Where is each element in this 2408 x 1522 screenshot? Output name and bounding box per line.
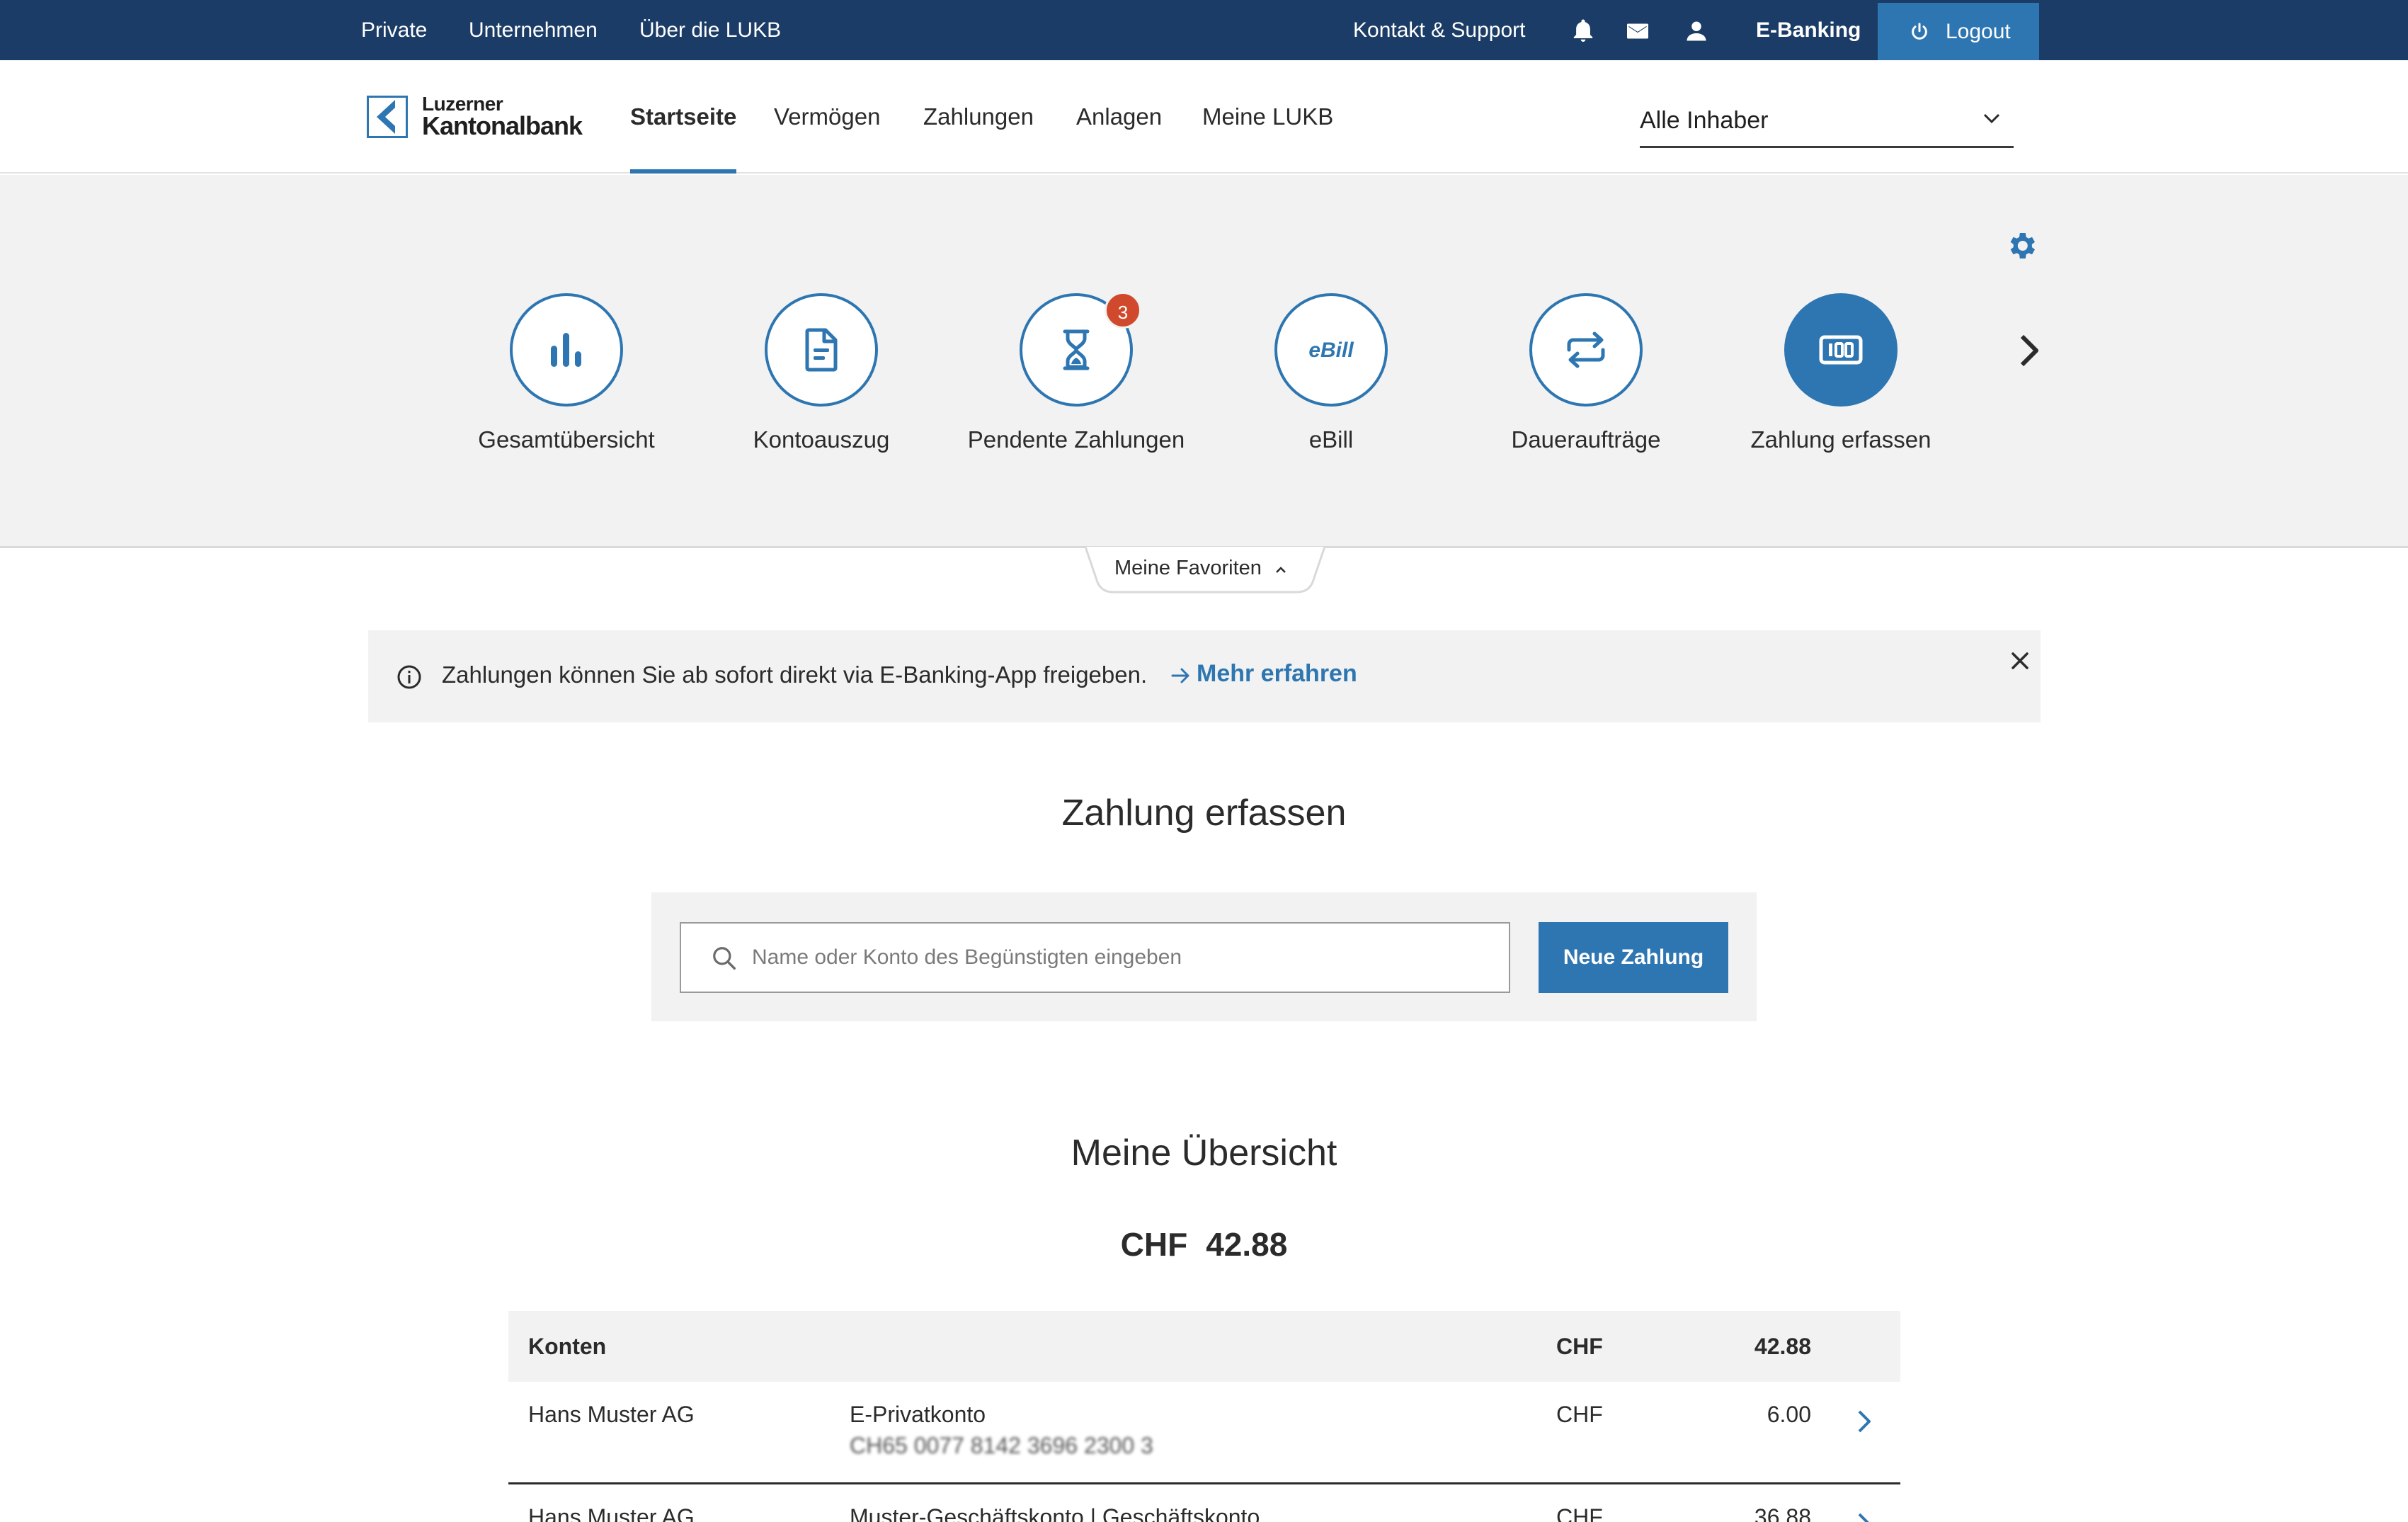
- account-owner: Hans Muster AG: [528, 1504, 695, 1522]
- accounts-header-amount: 42.88: [1754, 1334, 1811, 1359]
- account-currency: CHF: [1556, 1504, 1603, 1522]
- lukb-logo-mark: [367, 96, 408, 138]
- favorite-ebill-circle: eBill: [1274, 293, 1388, 407]
- info-banner-more-label: Mehr erfahren: [1197, 660, 1357, 687]
- logout-label: Logout: [1946, 20, 2011, 43]
- favorite-gesamtuebersicht-label: Gesamtübersicht: [478, 426, 655, 453]
- topbar-link-unternehmen[interactable]: Unternehmen: [469, 0, 598, 60]
- favorite-gesamtuebersicht[interactable]: Gesamtübersicht: [439, 293, 694, 470]
- favorite-zahlung-erfassen-circle: [1784, 293, 1898, 407]
- nav-item-anlagen[interactable]: Anlagen: [1076, 60, 1162, 174]
- accounts-table-header: Konten CHF 42.88: [508, 1311, 1900, 1382]
- account-row[interactable]: Hans Muster AG E-Privatkonto CH65 0077 8…: [508, 1382, 1900, 1484]
- repeat-icon: [1567, 331, 1605, 368]
- account-name: Muster-Geschäftskonto | Geschäftskonto: [850, 1504, 1260, 1522]
- document-icon: [805, 328, 838, 372]
- logout-button[interactable]: Logout: [1878, 3, 2039, 60]
- search-icon: [713, 947, 736, 970]
- favorites-strip: Gesamtübersicht Kontoauszug Pendente Zah…: [0, 175, 2408, 548]
- beneficiary-search-input[interactable]: [752, 924, 1495, 992]
- bell-icon[interactable]: [1570, 18, 1596, 44]
- logo-text-kantonalbank: Kantonalbank: [422, 111, 583, 140]
- accounts-header-currency: CHF: [1556, 1334, 1603, 1359]
- info-banner: Zahlungen können Sie ab sofort direkt vi…: [368, 630, 2041, 722]
- arrow-right-icon: [1171, 668, 1189, 683]
- account-owner: Hans Muster AG: [528, 1402, 695, 1427]
- favorite-dauerauftraege-circle: [1529, 293, 1643, 407]
- bar-chart-icon: [551, 333, 581, 367]
- account-balance: 6.00: [1767, 1402, 1811, 1427]
- favorite-zahlung-erfassen-label: Zahlung erfassen: [1750, 426, 1931, 453]
- chevron-right-icon[interactable]: [2014, 331, 2045, 370]
- favorite-ebill-label: eBill: [1308, 426, 1354, 453]
- overview-total-currency: CHF: [1120, 1226, 1188, 1263]
- chevron-right-icon[interactable]: [1856, 1409, 1872, 1434]
- favorite-pendente-zahlungen-label: Pendente Zahlungen: [967, 426, 1185, 453]
- payment-search-panel: Neue Zahlung: [651, 892, 1757, 1021]
- nav-item-startseite[interactable]: Startseite: [630, 60, 737, 174]
- overview-total-amount: 42.88: [1206, 1226, 1288, 1263]
- topbar-link-support[interactable]: Kontakt & Support: [1353, 0, 1526, 60]
- favorites-toggle-tab[interactable]: Meine Favoriten: [1085, 547, 1325, 594]
- favorite-kontoauszug-circle: [765, 293, 878, 407]
- nav-item-meine-lukb[interactable]: Meine LUKB: [1202, 60, 1333, 174]
- chevron-down-icon: [1983, 113, 2000, 124]
- account-row[interactable]: Hans Muster AG Muster-Geschäftskonto | G…: [508, 1484, 1900, 1522]
- favorite-kontoauszug[interactable]: Kontoauszug: [694, 293, 949, 470]
- nav-item-vermoegen[interactable]: Vermögen: [774, 60, 880, 174]
- favorite-ebill[interactable]: eBill eBill: [1204, 293, 1459, 470]
- topbar-ebanking[interactable]: E-Banking: [1756, 0, 1861, 60]
- svg-text:eBill: eBill: [1308, 339, 1354, 362]
- overview-title: Meine Übersicht: [1071, 1132, 1337, 1174]
- power-icon: [1912, 23, 1927, 40]
- favorite-dauerauftraege[interactable]: Daueraufträge: [1459, 293, 1713, 470]
- payment-section-title: Zahlung erfassen: [1061, 793, 1347, 834]
- accounts-header-label: Konten: [528, 1334, 607, 1359]
- owner-select-value: Alle Inhaber: [1640, 107, 1769, 134]
- close-icon[interactable]: [2009, 650, 2031, 671]
- info-icon: [397, 665, 421, 689]
- favorite-dauerauftraege-label: Daueraufträge: [1511, 426, 1661, 453]
- favorite-kontoauszug-label: Kontoauszug: [753, 426, 890, 453]
- chevron-right-icon[interactable]: [1856, 1511, 1872, 1522]
- hourglass-icon: [1063, 329, 1090, 370]
- favorite-gesamtuebersicht-circle: [510, 293, 623, 407]
- owner-select[interactable]: Alle Inhaber: [1640, 97, 2014, 148]
- nav-item-zahlungen[interactable]: Zahlungen: [923, 60, 1034, 174]
- ebill-icon: eBill: [1308, 339, 1354, 362]
- info-banner-message: Zahlungen können Sie ab sofort direkt vi…: [442, 661, 1148, 688]
- payment-slip-icon: [1819, 335, 1863, 365]
- beneficiary-search-field[interactable]: [680, 922, 1510, 993]
- gear-icon[interactable]: [2004, 229, 2038, 263]
- main-navigation: Luzerner Kantonalbank Startseite Vermöge…: [0, 60, 2408, 174]
- lukb-logo[interactable]: Luzerner Kantonalbank: [367, 93, 583, 142]
- account-iban: CH65 0077 8142 3696 2300 3: [850, 1433, 1153, 1458]
- pending-count-badge: 3: [1105, 292, 1141, 329]
- favorite-pendente-zahlungen[interactable]: Pendente Zahlungen: [949, 293, 1204, 470]
- account-balance: 36.88: [1754, 1504, 1811, 1522]
- topbar-link-private[interactable]: Private: [361, 0, 427, 60]
- top-utility-bar: Private Unternehmen Über die LUKB Kontak…: [0, 0, 2408, 60]
- overview-total: CHF 42.88: [0, 1225, 2408, 1263]
- account-currency: CHF: [1556, 1402, 1603, 1427]
- topbar-link-ueber-lukb[interactable]: Über die LUKB: [639, 0, 781, 60]
- account-name: E-Privatkonto: [850, 1402, 986, 1427]
- mail-icon[interactable]: [1625, 18, 1650, 44]
- new-payment-button[interactable]: Neue Zahlung: [1539, 922, 1728, 993]
- user-icon[interactable]: [1684, 18, 1709, 44]
- chevron-up-icon: [1276, 567, 1286, 573]
- favorite-zahlung-erfassen[interactable]: Zahlung erfassen: [1713, 293, 1968, 470]
- favorites-toggle-label: Meine Favoriten: [1114, 557, 1262, 579]
